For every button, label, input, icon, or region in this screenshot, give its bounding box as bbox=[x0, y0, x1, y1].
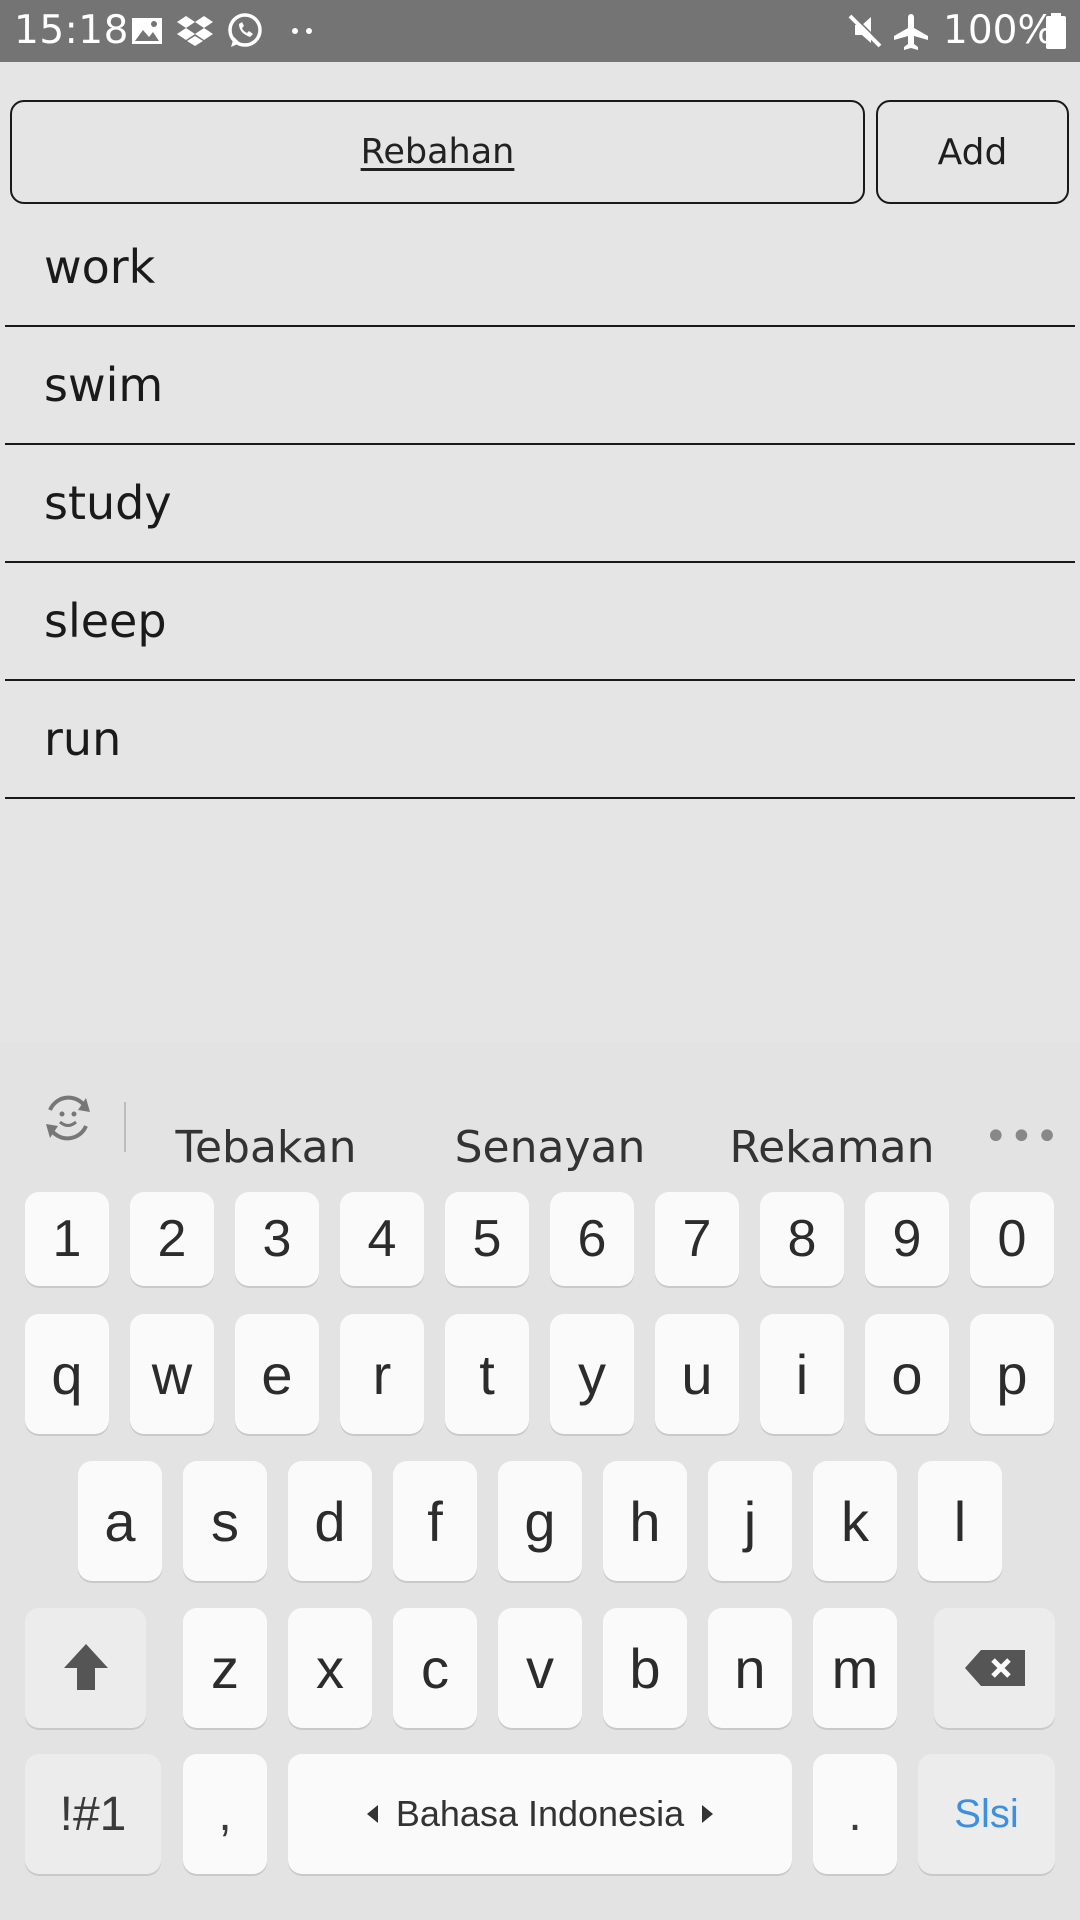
key-m[interactable]: m bbox=[813, 1608, 897, 1728]
key-v[interactable]: v bbox=[498, 1608, 582, 1728]
task-list: work swim study sleep run bbox=[5, 209, 1075, 799]
suggestion-3[interactable]: Rekaman bbox=[729, 1122, 934, 1173]
language-left-icon bbox=[366, 1805, 378, 1823]
language-right-icon bbox=[702, 1805, 714, 1823]
status-time: 15:18 bbox=[14, 8, 129, 53]
key-d[interactable]: d bbox=[288, 1461, 372, 1581]
key-f[interactable]: f bbox=[393, 1461, 477, 1581]
key-i[interactable]: i bbox=[760, 1314, 844, 1434]
space-key[interactable]: Bahasa Indonesia bbox=[288, 1754, 792, 1874]
backspace-key[interactable] bbox=[934, 1608, 1055, 1728]
app-content: Rebahan Add work swim study sleep run bbox=[5, 68, 1075, 1036]
key-y[interactable]: y bbox=[550, 1314, 634, 1434]
battery-percent: 100% bbox=[943, 8, 1055, 53]
key-a[interactable]: a bbox=[78, 1461, 162, 1581]
suggestion-1[interactable]: Tebakan bbox=[176, 1122, 357, 1173]
key-n[interactable]: n bbox=[708, 1608, 792, 1728]
key-r[interactable]: r bbox=[340, 1314, 424, 1434]
key-6[interactable]: 6 bbox=[550, 1192, 634, 1286]
emoji-refresh-icon[interactable] bbox=[40, 1090, 96, 1146]
key-k[interactable]: k bbox=[813, 1461, 897, 1581]
list-item[interactable]: work bbox=[5, 209, 1075, 327]
key-c[interactable]: c bbox=[393, 1608, 477, 1728]
suggestion-2[interactable]: Senayan bbox=[455, 1122, 646, 1173]
image-icon bbox=[132, 18, 162, 44]
key-2[interactable]: 2 bbox=[130, 1192, 214, 1286]
key-t[interactable]: t bbox=[445, 1314, 529, 1434]
key-s[interactable]: s bbox=[183, 1461, 267, 1581]
period-key[interactable]: . bbox=[813, 1754, 897, 1874]
shift-icon bbox=[63, 1644, 108, 1690]
key-l[interactable]: l bbox=[918, 1461, 1002, 1581]
comma-key[interactable]: , bbox=[183, 1754, 267, 1874]
key-3[interactable]: 3 bbox=[235, 1192, 319, 1286]
key-z[interactable]: z bbox=[183, 1608, 267, 1728]
airplane-icon bbox=[894, 14, 928, 50]
list-item[interactable]: study bbox=[5, 445, 1075, 563]
soft-keyboard: Tebakan Senayan Rekaman ••• 1 2 3 4 5 6 … bbox=[0, 1042, 1080, 1920]
key-q[interactable]: q bbox=[25, 1314, 109, 1434]
task-input[interactable]: Rebahan bbox=[10, 100, 865, 204]
add-button[interactable]: Add bbox=[876, 100, 1069, 204]
key-o[interactable]: o bbox=[865, 1314, 949, 1434]
dropbox-icon bbox=[177, 16, 213, 46]
task-input-value: Rebahan bbox=[360, 132, 515, 172]
key-1[interactable]: 1 bbox=[25, 1192, 109, 1286]
suggestion-divider bbox=[124, 1102, 126, 1152]
key-w[interactable]: w bbox=[130, 1314, 214, 1434]
key-5[interactable]: 5 bbox=[445, 1192, 529, 1286]
whatsapp-icon bbox=[228, 13, 262, 47]
enter-key[interactable]: Slsi bbox=[918, 1754, 1055, 1874]
key-b[interactable]: b bbox=[603, 1608, 687, 1728]
list-item[interactable]: sleep bbox=[5, 563, 1075, 681]
suggestion-bar: Tebakan Senayan Rekaman ••• bbox=[0, 1042, 1080, 1192]
key-h[interactable]: h bbox=[603, 1461, 687, 1581]
list-item[interactable]: run bbox=[5, 681, 1075, 799]
shift-key[interactable] bbox=[25, 1608, 146, 1728]
key-e[interactable]: e bbox=[235, 1314, 319, 1434]
key-u[interactable]: u bbox=[655, 1314, 739, 1434]
key-9[interactable]: 9 bbox=[865, 1192, 949, 1286]
more-dots-icon bbox=[292, 28, 312, 34]
key-4[interactable]: 4 bbox=[340, 1192, 424, 1286]
key-j[interactable]: j bbox=[708, 1461, 792, 1581]
key-0[interactable]: 0 bbox=[970, 1192, 1054, 1286]
symbols-key[interactable]: !#1 bbox=[25, 1754, 161, 1874]
key-8[interactable]: 8 bbox=[760, 1192, 844, 1286]
battery-icon bbox=[1046, 13, 1066, 49]
list-item[interactable]: swim bbox=[5, 327, 1075, 445]
mute-icon bbox=[848, 13, 883, 48]
space-key-label: Bahasa Indonesia bbox=[395, 1793, 685, 1834]
backspace-icon bbox=[964, 1650, 1025, 1686]
status-bar: 15:18 100% bbox=[0, 0, 1080, 62]
key-7[interactable]: 7 bbox=[655, 1192, 739, 1286]
more-suggestions-icon[interactable]: ••• bbox=[984, 1114, 1061, 1160]
key-g[interactable]: g bbox=[498, 1461, 582, 1581]
key-x[interactable]: x bbox=[288, 1608, 372, 1728]
key-p[interactable]: p bbox=[970, 1314, 1054, 1434]
